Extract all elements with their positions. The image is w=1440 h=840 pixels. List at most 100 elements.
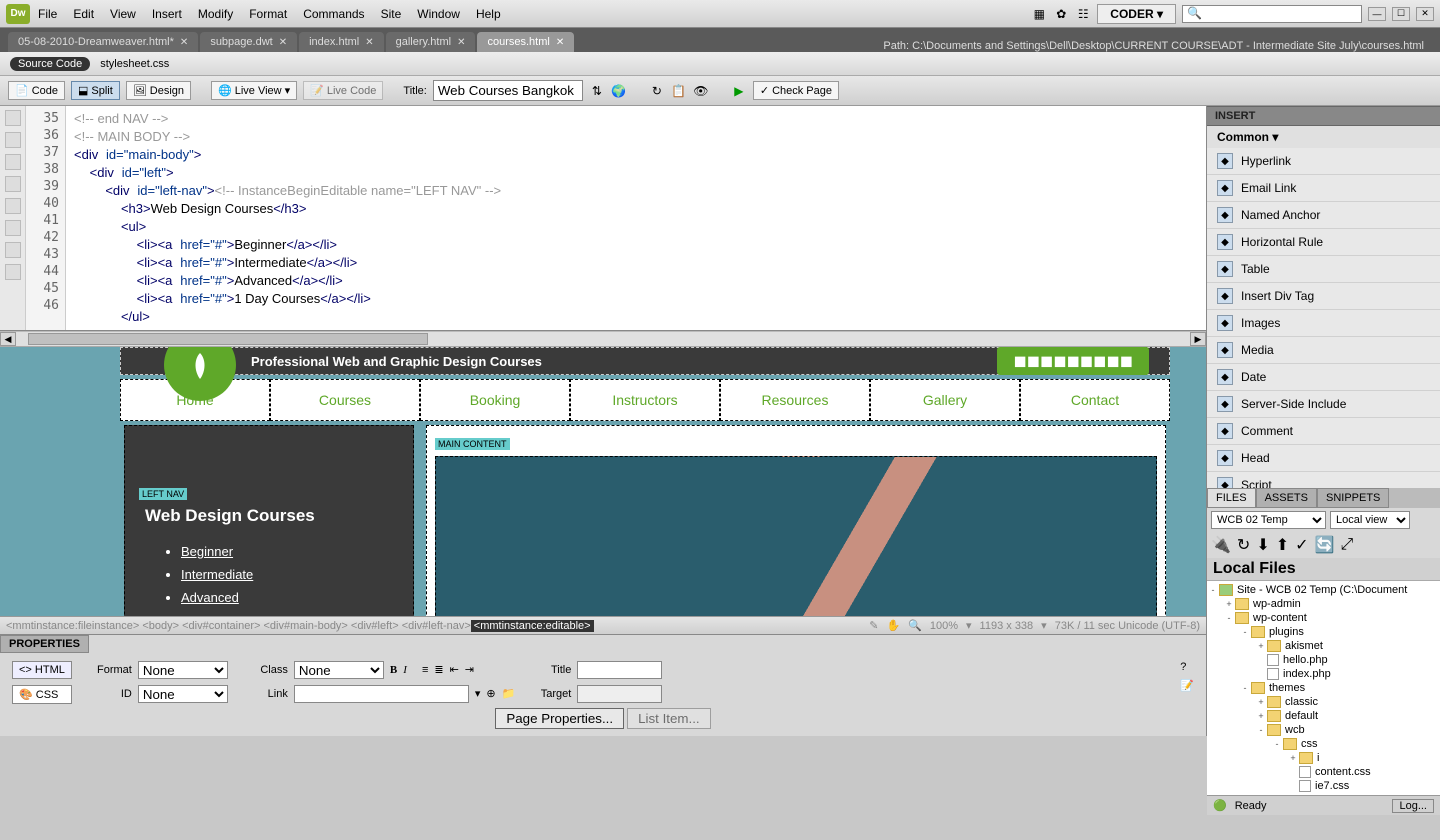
folder-row[interactable]: -wp-content [1207, 611, 1440, 625]
menu-site[interactable]: Site [381, 7, 402, 21]
folder-row[interactable]: -themes [1207, 681, 1440, 695]
title-input[interactable] [577, 661, 662, 679]
insert-item[interactable]: ◆Email Link [1207, 175, 1440, 202]
menu-view[interactable]: View [110, 7, 136, 21]
tag-active[interactable]: <mmtinstance:editable> [471, 620, 594, 632]
close-tab-icon[interactable]: ✕ [556, 37, 564, 48]
log-button[interactable]: Log... [1392, 799, 1434, 813]
menu-insert[interactable]: Insert [152, 7, 182, 21]
css-mode-button[interactable]: 🎨 CSS [12, 685, 72, 704]
left-nav-region[interactable]: LEFT NAV Web Design Courses BeginnerInte… [124, 425, 414, 616]
link-input[interactable] [294, 685, 469, 703]
file-row[interactable]: ie7.css [1207, 779, 1440, 793]
help-icon[interactable]: ? [1180, 661, 1194, 673]
tag-crumb[interactable]: <body> [142, 620, 179, 632]
document-tab[interactable]: index.html✕ [299, 32, 384, 52]
nav-item[interactable]: Resources [720, 379, 870, 421]
pointer-tool-icon[interactable]: ✎ [869, 619, 878, 632]
check-page-button[interactable]: ✓Check Page [753, 81, 839, 100]
class-select[interactable]: None [294, 661, 384, 679]
nav-item[interactable]: Gallery [870, 379, 1020, 421]
folder-row[interactable]: -wcb [1207, 723, 1440, 737]
refresh-icon[interactable]: ↻ [649, 83, 665, 99]
main-content-region[interactable]: MAIN CONTENT [426, 425, 1166, 616]
tag-crumb[interactable]: <div#left> [351, 620, 399, 632]
target-input[interactable] [577, 685, 662, 703]
browse-icon[interactable]: 📁 [502, 687, 516, 700]
file-row[interactable]: hello.php [1207, 653, 1440, 667]
site-icon[interactable]: ☷ [1075, 6, 1091, 22]
view-options-icon[interactable]: 📋 [671, 83, 687, 99]
get-icon[interactable]: ⬇ [1256, 535, 1269, 555]
folder-row[interactable]: +default [1207, 709, 1440, 723]
put-icon[interactable]: ⬆ [1276, 535, 1289, 555]
restore-button[interactable]: ☐ [1392, 7, 1410, 21]
preview-icon[interactable]: 🌍 [611, 83, 627, 99]
left-nav-item[interactable]: 1 Day Courses [181, 613, 393, 616]
tool-icon[interactable] [5, 220, 21, 236]
close-tab-icon[interactable]: ✕ [279, 37, 287, 48]
expand-icon[interactable]: ⤢ [1340, 536, 1353, 554]
file-mgmt-icon[interactable]: ⇅ [589, 83, 605, 99]
document-tab[interactable]: subpage.dwt✕ [200, 32, 297, 52]
tool-icon[interactable] [5, 132, 21, 148]
panel-tab[interactable]: SNIPPETS [1317, 488, 1389, 508]
hand-tool-icon[interactable]: ✋ [886, 619, 900, 632]
extend-icon[interactable]: ✿ [1053, 6, 1069, 22]
code-h-scrollbar[interactable]: ◀▶ [0, 331, 1206, 346]
menu-commands[interactable]: Commands [303, 7, 364, 21]
point-to-file-icon[interactable]: ⊕ [486, 687, 495, 700]
tool-icon[interactable] [5, 198, 21, 214]
workspace-switcher[interactable]: CODER ▾ [1097, 4, 1176, 24]
files-tree[interactable]: -Site - WCB 02 Temp (C:\Document +wp-adm… [1207, 581, 1440, 795]
insert-item[interactable]: ◆Comment [1207, 418, 1440, 445]
insert-item[interactable]: ◆Date [1207, 364, 1440, 391]
folder-row[interactable]: +classic [1207, 695, 1440, 709]
document-tab[interactable]: courses.html✕ [477, 32, 574, 52]
indent-button[interactable]: ⇥ [465, 663, 474, 676]
window-size[interactable]: 1193 x 338 [980, 620, 1034, 632]
close-button[interactable]: ✕ [1416, 7, 1434, 21]
code-view-button[interactable]: 📄Code [8, 81, 65, 100]
site-select[interactable]: WCB 02 Temp [1211, 511, 1326, 529]
nav-item[interactable]: Instructors [570, 379, 720, 421]
view-select[interactable]: Local view [1330, 511, 1410, 529]
zoom-tool-icon[interactable]: 🔍 [908, 619, 922, 632]
tool-icon[interactable] [5, 242, 21, 258]
ol-button[interactable]: ≣ [434, 663, 443, 676]
properties-title[interactable]: PROPERTIES [0, 635, 89, 653]
folder-row[interactable]: -css [1207, 737, 1440, 751]
minimize-button[interactable]: — [1368, 7, 1386, 21]
insert-category[interactable]: Common ▾ [1207, 126, 1440, 148]
italic-button[interactable]: I [403, 664, 407, 676]
bold-button[interactable]: B [390, 664, 397, 676]
left-nav-item[interactable]: Beginner [181, 544, 393, 559]
zoom-level[interactable]: 100% [930, 620, 958, 632]
file-row[interactable]: index.php [1207, 667, 1440, 681]
insert-item[interactable]: ◆Head [1207, 445, 1440, 472]
id-select[interactable]: None [138, 685, 228, 703]
live-view-button[interactable]: 🌐Live View ▾ [211, 81, 297, 100]
menu-modify[interactable]: Modify [198, 7, 233, 21]
insert-item[interactable]: ◆Media [1207, 337, 1440, 364]
quick-tag-icon[interactable]: 📝 [1180, 679, 1194, 692]
ul-button[interactable]: ≡ [422, 664, 428, 676]
close-tab-icon[interactable]: ✕ [365, 37, 373, 48]
left-nav-item[interactable]: Intermediate [181, 567, 393, 582]
folder-row[interactable]: +akismet [1207, 639, 1440, 653]
split-view-button[interactable]: ⬓Split [71, 81, 120, 100]
tag-crumb[interactable]: <mmtinstance:fileinstance> [6, 620, 139, 632]
code-view[interactable]: 353637383940414243444546 <!-- end NAV --… [0, 106, 1206, 331]
validate-icon[interactable]: ▶ [731, 83, 747, 99]
insert-item[interactable]: ◆Table [1207, 256, 1440, 283]
insert-item[interactable]: ◆Horizontal Rule [1207, 229, 1440, 256]
checkout-icon[interactable]: ✓ [1295, 535, 1308, 555]
html-mode-button[interactable]: <> HTML [12, 661, 72, 679]
nav-item[interactable]: Booking [420, 379, 570, 421]
panel-tab[interactable]: FILES [1207, 488, 1256, 508]
files-column-header[interactable]: Local Files [1207, 558, 1440, 581]
connect-icon[interactable]: 🔌 [1211, 535, 1231, 555]
insert-panel-header[interactable]: INSERT [1207, 106, 1440, 126]
insert-item[interactable]: ◆Images [1207, 310, 1440, 337]
folder-row[interactable]: +i [1207, 751, 1440, 765]
